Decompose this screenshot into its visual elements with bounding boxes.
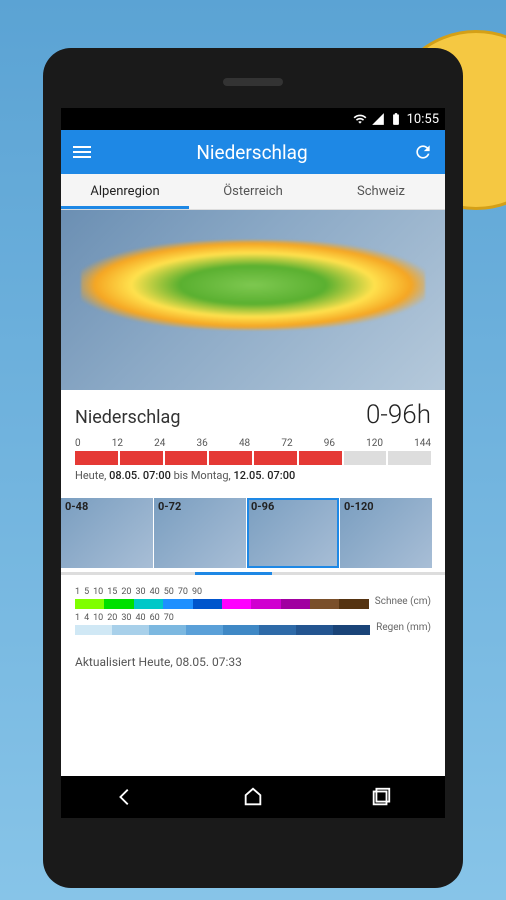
thumbnail[interactable]: 0-48 <box>61 498 153 568</box>
thumbnail[interactable]: 0-72 <box>154 498 246 568</box>
snow-ticks: 151015203040507090 <box>75 587 369 597</box>
info-panel: Niederschlag 0-96h 0 12 24 36 48 72 96 1… <box>61 390 445 488</box>
timeline-segment[interactable] <box>299 451 342 465</box>
snow-label: Schnee (cm) <box>375 596 431 607</box>
timeline: 0 12 24 36 48 72 96 120 144 Heute, 08.05… <box>75 438 431 482</box>
recent-button[interactable] <box>370 786 392 808</box>
thumbnail-strip[interactable]: 0-48 0-72 0-96 0-120 <box>61 498 445 568</box>
precipitation-map[interactable] <box>61 210 445 390</box>
timeline-segment[interactable] <box>344 451 387 465</box>
thumbnail[interactable]: 0-120 <box>340 498 432 568</box>
rain-legend-bar <box>75 625 370 635</box>
timeline-bars[interactable] <box>75 451 431 465</box>
timeline-segment[interactable] <box>388 451 431 465</box>
rain-label: Regen (mm) <box>376 622 431 633</box>
menu-button[interactable] <box>73 146 91 158</box>
timeline-segment[interactable] <box>75 451 118 465</box>
app-bar: Niederschlag <box>61 130 445 174</box>
tab-alpenregion[interactable]: Alpenregion <box>61 174 189 209</box>
signal-icon <box>371 112 385 126</box>
phone-speaker <box>223 78 283 86</box>
refresh-button[interactable] <box>413 142 433 162</box>
thumbnail-label: 0-120 <box>344 500 374 513</box>
tab-schweiz[interactable]: Schweiz <box>317 174 445 209</box>
wifi-icon <box>353 112 367 126</box>
timeline-segment[interactable] <box>209 451 252 465</box>
thumb-scroll-indicator <box>61 572 445 575</box>
timeline-segment[interactable] <box>120 451 163 465</box>
thumbnail-label: 0-48 <box>65 500 88 513</box>
home-button[interactable] <box>242 786 264 808</box>
statusbar-time: 10:55 <box>407 112 439 127</box>
tab-oesterreich[interactable]: Österreich <box>189 174 317 209</box>
timeline-caption: Heute, 08.05. 07:00 bis Montag, 12.05. 0… <box>75 469 431 482</box>
thumbnail-label: 0-72 <box>158 500 181 513</box>
map-overlay <box>81 240 425 330</box>
back-button[interactable] <box>114 786 136 808</box>
legend: 151015203040507090 Schnee (cm) 141020304… <box>61 579 445 647</box>
thumbnail[interactable]: 0-96 <box>247 498 339 568</box>
region-tabs: Alpenregion Österreich Schweiz <box>61 174 445 210</box>
updated-text: Aktualisiert Heute, 08.05. 07:33 <box>61 647 445 669</box>
rain-ticks: 14102030406070 <box>75 613 370 623</box>
phone-frame: 10:55 Niederschlag Alpenregion Österreic… <box>43 48 463 888</box>
android-statusbar: 10:55 <box>61 108 445 130</box>
timeline-segment[interactable] <box>165 451 208 465</box>
page-title: Niederschlag <box>91 141 413 164</box>
android-navbar <box>61 776 445 818</box>
timeline-segment[interactable] <box>254 451 297 465</box>
timeline-ticks: 0 12 24 36 48 72 96 120 144 <box>75 438 431 449</box>
info-range: 0-96h <box>366 400 431 430</box>
thumbnail-label: 0-96 <box>251 500 274 513</box>
screen: 10:55 Niederschlag Alpenregion Österreic… <box>61 108 445 818</box>
info-title: Niederschlag <box>75 407 180 428</box>
battery-icon <box>389 112 403 126</box>
snow-legend-bar <box>75 599 369 609</box>
